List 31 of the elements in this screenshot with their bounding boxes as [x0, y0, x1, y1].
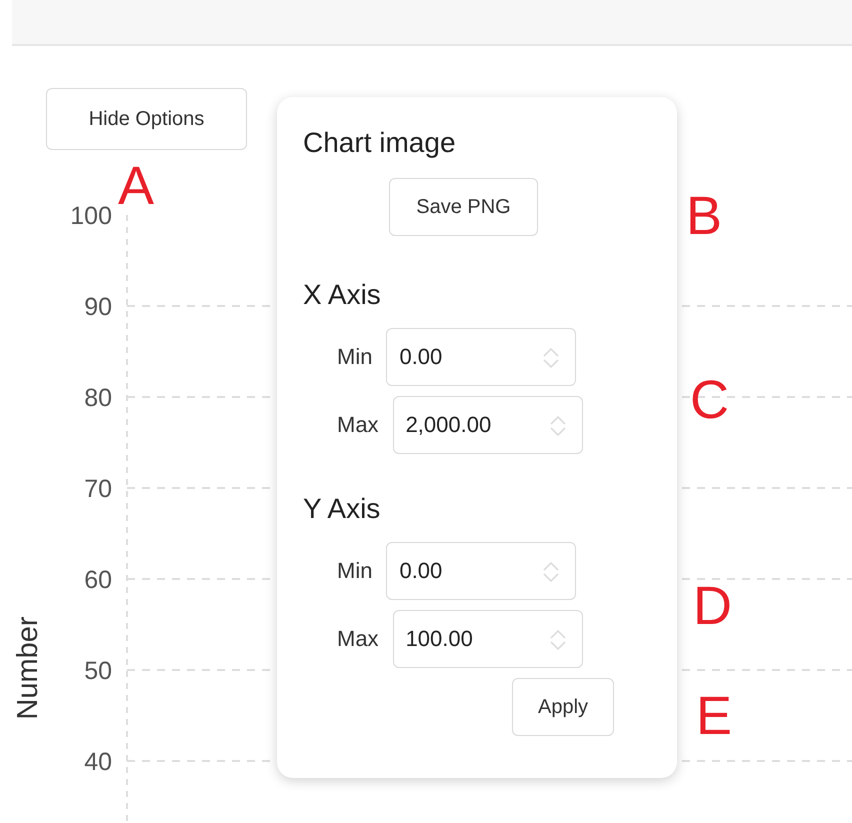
callout-letter: E [696, 688, 732, 744]
y-axis-title: Number [12, 616, 44, 720]
number-field[interactable]: 2,000.00 [392, 396, 583, 454]
panel-title: Chart image [303, 126, 456, 160]
spinner-icon[interactable] [548, 629, 567, 651]
callout-letter: C [690, 372, 729, 428]
y-tick-label: 40 [84, 748, 112, 776]
axis-heading: Y Axis [303, 492, 380, 526]
callout-letter: A [118, 158, 154, 214]
number-field[interactable]: 0.00 [386, 328, 576, 386]
axis-heading: X Axis [303, 278, 381, 312]
y-tick-label: 100 [70, 202, 112, 230]
y-tick-label: 60 [84, 566, 112, 594]
spinner-icon[interactable] [542, 347, 560, 369]
field-label: Max [337, 626, 379, 652]
hide-options-button[interactable]: Hide Options [46, 88, 247, 150]
y-tick-label: 80 [84, 384, 112, 412]
number-field[interactable]: 100.00 [392, 610, 583, 668]
spinner-icon[interactable] [548, 415, 567, 437]
apply-button[interactable]: Apply [512, 678, 614, 736]
spinner-icon[interactable] [542, 561, 560, 583]
callout-letter: D [693, 578, 732, 634]
field-label: Max [337, 412, 379, 438]
field-label: Min [337, 558, 372, 584]
y-tick-label: 50 [84, 657, 112, 685]
y-tick-label: 70 [84, 475, 112, 503]
y-tick-label: 90 [84, 293, 112, 321]
number-field[interactable]: 0.00 [386, 542, 576, 600]
field-label: Min [337, 344, 372, 370]
callout-letter: B [686, 188, 722, 244]
save-png-button[interactable]: Save PNG [389, 178, 538, 236]
